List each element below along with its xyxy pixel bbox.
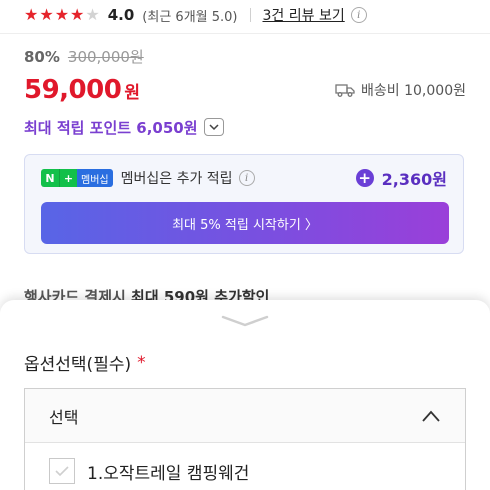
start-earning-button[interactable]: 최대 5% 적립 시작하기 〉: [41, 202, 449, 244]
original-price: 300,000원: [67, 48, 144, 66]
membership-points: + 2,360원: [355, 166, 447, 190]
check-icon: [55, 465, 69, 476]
dropdown-label: 선택: [49, 407, 79, 427]
star-filled-icon: ★: [24, 5, 39, 24]
points-row[interactable]: 최대 적립 포인트 6,050원: [24, 116, 224, 138]
info-icon[interactable]: i: [238, 170, 255, 186]
chevron-up-icon[interactable]: [421, 409, 441, 423]
discount-rate: 80%: [24, 47, 60, 66]
price-row: 59,000 원 배송비 10,000원: [24, 74, 466, 106]
star-empty-icon: ★: [85, 5, 100, 24]
max-points-label: 최대 적립 포인트 6,050원: [24, 118, 198, 137]
rating-stars: ★ ★ ★ ★ ★: [24, 7, 100, 23]
divider: [0, 33, 490, 34]
truck-icon: [335, 84, 355, 97]
shipping-fee: 배송비 10,000원: [361, 83, 466, 99]
star-filled-icon: ★: [39, 5, 54, 24]
divider: [249, 8, 251, 22]
badge-n: N: [41, 169, 59, 187]
option-dropdown[interactable]: 선택 1.오작트레일 캠핑웨건: [24, 388, 466, 490]
badge-plus: +: [59, 169, 77, 187]
required-mark: *: [137, 352, 146, 373]
rating-period: (최근 6개월 5.0): [142, 9, 238, 25]
sheet-handle-chevron-icon[interactable]: [220, 314, 270, 328]
checkbox[interactable]: [49, 458, 75, 484]
option-title-text: 옵션선택(필수): [24, 355, 132, 375]
membership-card: N + 멤버십 멤버십은 추가 적립 i + 2,360원 최대 5% 적립 시…: [24, 154, 464, 254]
discount-row: 80% 300,000원: [24, 46, 144, 67]
shipping-info: 배송비 10,000원: [335, 80, 466, 100]
star-filled-icon: ★: [54, 5, 70, 24]
dropdown-header[interactable]: 선택: [25, 389, 465, 443]
info-icon[interactable]: i: [350, 7, 367, 23]
review-link[interactable]: 3건 리뷰 보기: [263, 5, 345, 25]
membership-text: 멤버십은 추가 적립: [120, 171, 233, 187]
membership-points-value: 2,360원: [381, 170, 447, 189]
membership-header: N + 멤버십 멤버십은 추가 적립 i + 2,360원: [41, 167, 447, 189]
chevron-down-icon[interactable]: [203, 118, 224, 136]
sale-price: 59,000: [24, 75, 122, 105]
option-bottom-sheet: 옵션선택(필수) * 선택 1.오작트레일 캠핑웨건: [0, 300, 490, 490]
badge-text: 멤버십: [77, 169, 113, 187]
rating-row: ★ ★ ★ ★ ★ 4.0 (최근 6개월 5.0) 3건 리뷰 보기 i: [24, 4, 367, 26]
naver-plus-badge: N + 멤버십: [41, 169, 113, 187]
star-filled-icon: ★: [70, 5, 85, 24]
rating-score: 4.0: [107, 6, 135, 24]
option-label: 1.오작트레일 캠핑웨건: [87, 463, 250, 484]
option-select-title: 옵션선택(필수) *: [24, 350, 146, 376]
plus-circle-icon: +: [355, 169, 374, 187]
currency-label: 원: [124, 82, 140, 103]
option-item[interactable]: 1.오작트레일 캠핑웨건: [25, 443, 465, 490]
